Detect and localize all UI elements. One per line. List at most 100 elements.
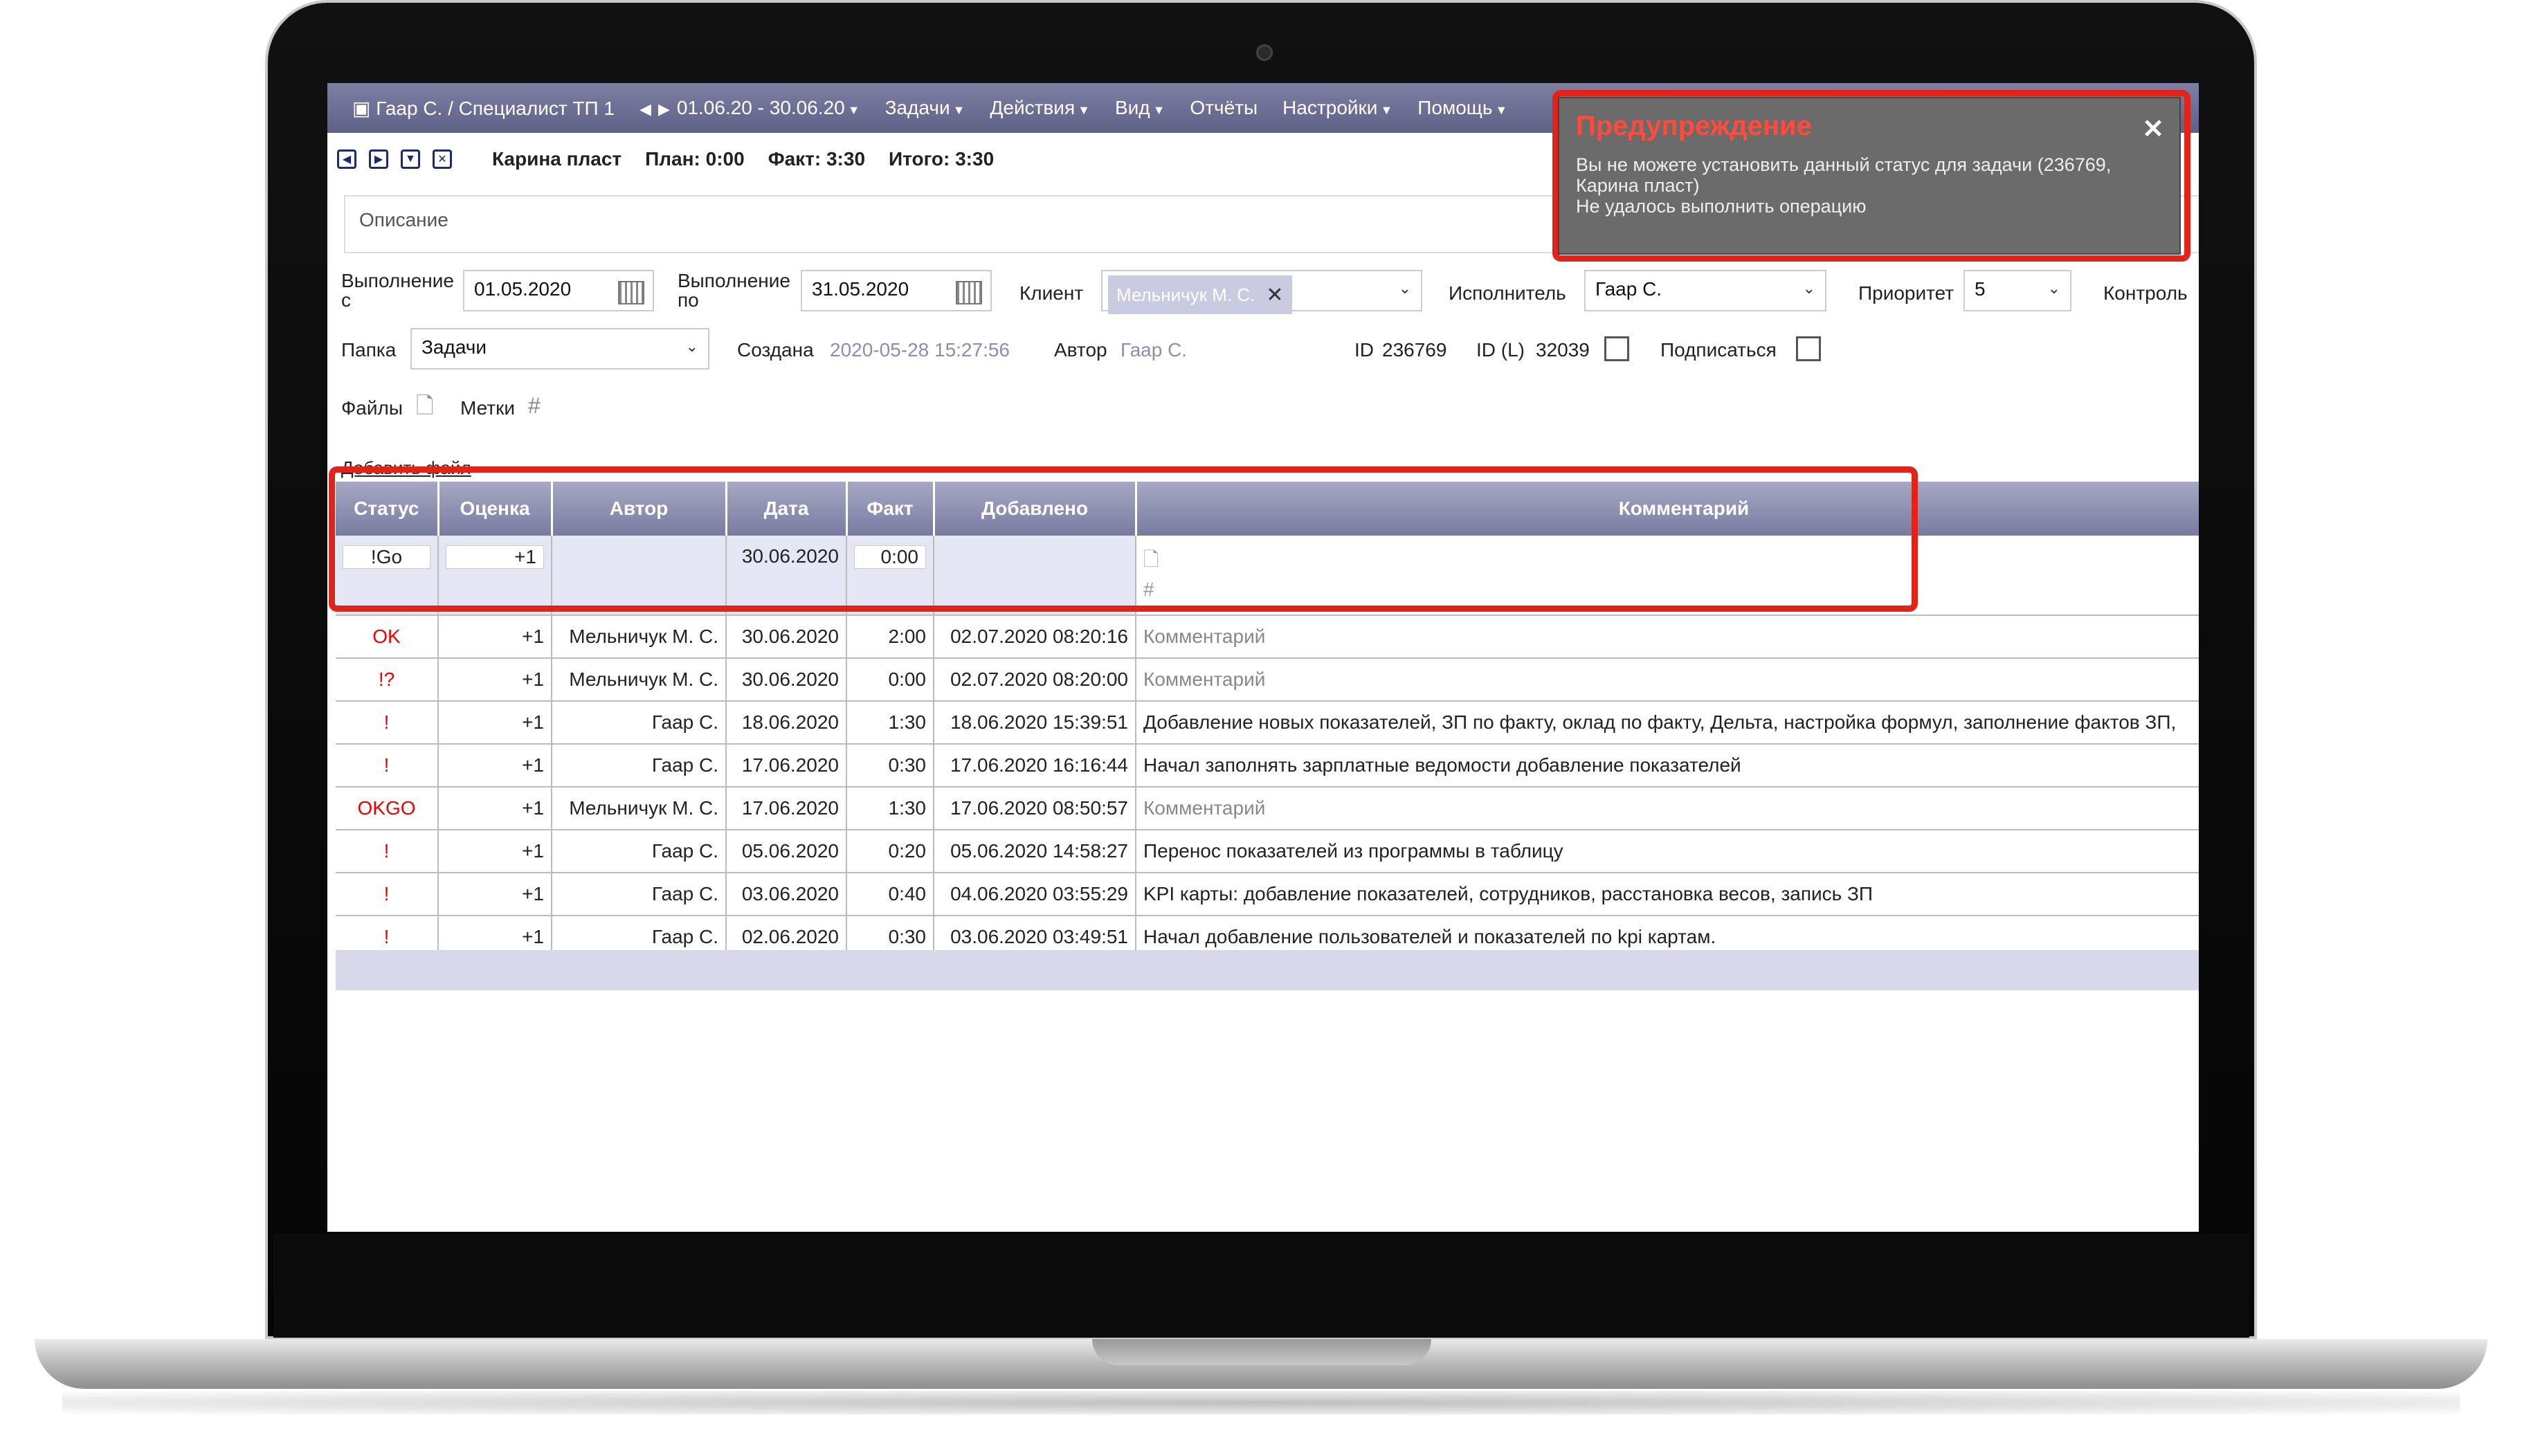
comment-cell[interactable]: Комментарий	[1136, 787, 2199, 830]
added-cell: 02.07.2020 08:20:00	[934, 658, 1136, 702]
task-name: Карина пласт	[492, 148, 622, 170]
camera-dot	[1256, 44, 1273, 61]
expand-icon[interactable]: ▼	[401, 149, 420, 169]
prev-period-icon[interactable]: ◀	[639, 100, 651, 118]
status-cell: !	[336, 744, 439, 788]
remove-icon[interactable]: ✕	[1266, 283, 1283, 307]
comment-cell[interactable]: Комментарий	[1136, 658, 2199, 702]
file-icon[interactable]: 🗋	[416, 394, 434, 417]
added-cell: 02.07.2020 08:20:16	[934, 615, 1136, 659]
menu-label: Действия	[990, 97, 1076, 118]
chevron-down-icon: ▼	[1495, 103, 1508, 117]
comment-cell[interactable]: Добавление новых показателей, ЗП по факт…	[1136, 701, 2199, 745]
menu-tasks[interactable]: Задачи ▼	[885, 97, 965, 119]
highlight-table-header	[329, 466, 1918, 612]
status-cell: OKGO	[336, 787, 439, 830]
laptop-shadow	[62, 1391, 2460, 1414]
author-cell: Мельничук М. С.	[552, 615, 727, 659]
id-label: ID	[1354, 339, 1374, 361]
idl-value: 32039	[1536, 339, 1590, 361]
period-selector[interactable]: ◀ ▶ 01.06.20 - 30.06.20 ▼	[639, 97, 860, 119]
client-label: Клиент	[1019, 282, 1084, 304]
chevron-down-icon: ▼	[1078, 103, 1090, 117]
table-row[interactable]: ! +1 Гаар С. 03.06.2020 0:40 04.06.2020 03:55…	[336, 873, 2199, 916]
comment-cell[interactable]: Начал заполнять зарплатные ведомости доб…	[1136, 744, 2199, 788]
exec-to-input[interactable]: 31.05.2020	[801, 270, 992, 311]
comment-cell[interactable]: Комментарий	[1136, 615, 2199, 659]
author-cell: Гаар С.	[552, 830, 727, 873]
table-row[interactable]: OKGO +1 Мельничук М. С. 17.06.2020 1:30 17.06…	[336, 787, 2199, 830]
author-cell: Гаар С.	[552, 744, 727, 788]
priority-select[interactable]: 5 ⌄	[1963, 270, 2071, 311]
close-icon[interactable]: ✕	[2142, 113, 2164, 145]
menu-help[interactable]: Помощь ▼	[1417, 97, 1507, 119]
fact-cell: 0:00	[846, 658, 934, 702]
user-menu[interactable]: ▣ Гаар С. / Специалист ТП 1	[352, 97, 615, 120]
status-cell: !	[336, 830, 439, 873]
author-cell: Мельничук М. С.	[552, 787, 727, 830]
client-select[interactable]: Мельничук М. С. ✕ ⌄	[1101, 270, 1422, 314]
added-cell: 17.06.2020 08:50:57	[934, 787, 1136, 830]
executor-label: Исполнитель	[1449, 282, 1566, 304]
rating-cell: +1	[438, 615, 552, 659]
author-cell: Мельничук М. С.	[552, 658, 727, 702]
exec-from-input[interactable]: 01.05.2020	[463, 270, 654, 311]
menu-view[interactable]: Вид ▼	[1115, 97, 1165, 119]
menu-actions[interactable]: Действия ▼	[990, 97, 1090, 119]
comment-cell[interactable]: KPI карты: добавление показателей, сотру…	[1136, 873, 2199, 916]
subscribe-checkbox[interactable]	[1796, 336, 1821, 361]
next-period-icon[interactable]: ▶	[658, 100, 670, 118]
chevron-down-icon: ⌄	[1802, 280, 1815, 297]
fact-cell: 1:30	[846, 787, 934, 830]
folder-label: Папка	[341, 339, 397, 361]
table-row[interactable]: ! +1 Гаар С. 17.06.2020 0:30 17.06.2020 16:16…	[336, 744, 2199, 788]
date-cell: 05.06.2020	[726, 830, 847, 873]
created-value: 2020-05-28 15:27:56	[830, 339, 1010, 361]
laptop-bezel	[273, 1234, 2249, 1338]
table-row[interactable]: !? +1 Мельничук М. С. 30.06.2020 0:00 02.07.2…	[336, 658, 2199, 702]
status-cell: !?	[336, 658, 439, 702]
client-chip: Мельничук М. С. ✕	[1108, 275, 1292, 314]
added-cell: 05.06.2020 14:58:27	[934, 830, 1136, 873]
date-cell: 17.06.2020	[726, 744, 847, 788]
menu-label: Вид	[1114, 97, 1150, 118]
rating-cell: +1	[438, 701, 552, 745]
date-cell: 18.06.2020	[726, 701, 847, 745]
menu-label: Задачи	[884, 97, 950, 118]
comment-cell[interactable]: Перенос показателей из программы в табли…	[1136, 830, 2199, 873]
next-icon[interactable]: ▶	[369, 149, 388, 169]
table-row[interactable]: ! +1 Гаар С. 05.06.2020 0:20 05.06.2020 14:58…	[336, 830, 2199, 873]
date-cell: 03.06.2020	[726, 873, 847, 916]
calendar-icon[interactable]	[618, 281, 644, 304]
author-cell: Гаар С.	[552, 873, 727, 916]
client-value: Мельничук М. С.	[1116, 284, 1255, 305]
plan-time: План: 0:00	[645, 148, 745, 170]
menu-reports[interactable]: Отчёты	[1190, 97, 1258, 119]
chevron-down-icon: ▼	[952, 103, 965, 117]
rating-cell: +1	[438, 744, 552, 788]
date-cell: 30.06.2020	[726, 615, 847, 659]
status-cell: !	[336, 701, 439, 745]
table-row[interactable]: ! +1 Гаар С. 18.06.2020 1:30 18.06.2020 15:39…	[336, 701, 2199, 745]
menu-settings[interactable]: Настройки ▼	[1282, 97, 1392, 119]
executor-select[interactable]: Гаар С. ⌄	[1584, 270, 1826, 311]
id-value: 236769	[1382, 339, 1447, 361]
close-task-icon[interactable]: ✕	[433, 149, 452, 169]
exec-to-label: Выполнение по	[678, 270, 790, 311]
folder-select[interactable]: Задачи ⌄	[410, 328, 709, 370]
rating-cell: +1	[438, 830, 552, 873]
description-placeholder: Описание	[359, 209, 448, 230]
warning-title: Предупреждение	[1576, 111, 1812, 141]
idl-checkbox[interactable]	[1604, 336, 1629, 361]
task-app: ▣ Гаар С. / Специалист ТП 1 ◀ ▶ 01.06.20 -…	[327, 83, 2199, 1232]
folder-value: Задачи	[421, 336, 487, 358]
prev-icon[interactable]: ◀	[337, 149, 356, 169]
calendar-icon[interactable]	[956, 281, 982, 304]
table-row[interactable]: OK +1 Мельничук М. С. 30.06.2020 2:00 02.07.2…	[336, 615, 2199, 659]
hash-icon[interactable]: #	[528, 394, 541, 417]
fact-time: Факт: 3:30	[768, 148, 866, 170]
rating-cell: +1	[438, 787, 552, 830]
added-cell: 04.06.2020 03:55:29	[934, 873, 1136, 916]
chevron-down-icon: ⌄	[685, 338, 698, 355]
fact-cell: 0:20	[846, 830, 934, 873]
